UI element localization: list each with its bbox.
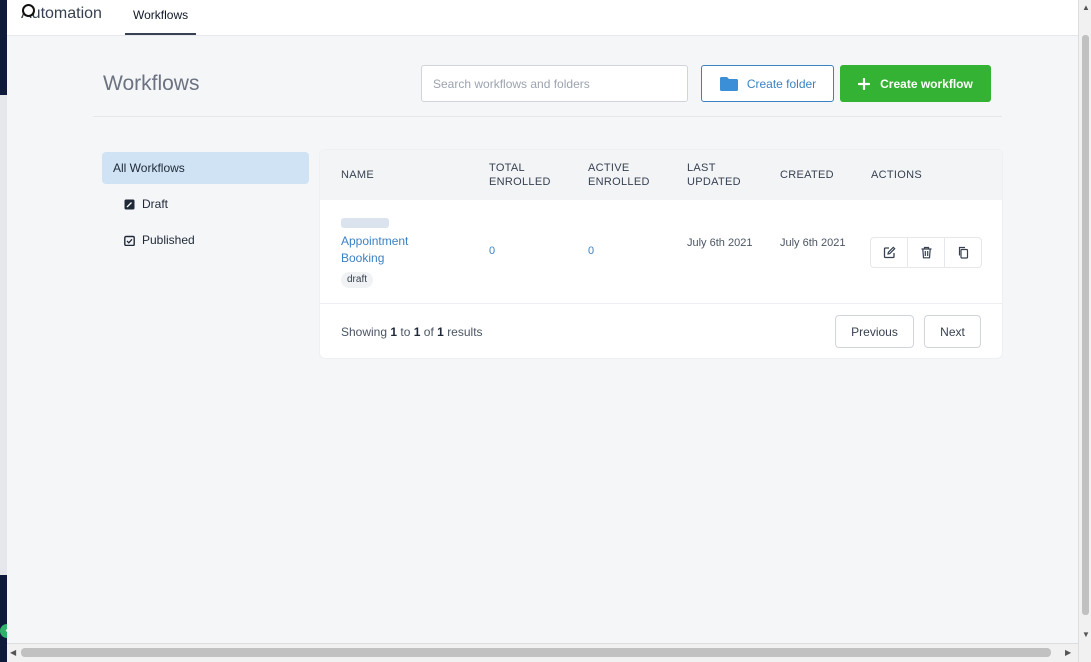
draft-icon [124,199,135,209]
active-enrolled-link[interactable]: 0 [588,245,594,257]
published-icon [124,235,135,246]
folder-icon [719,76,738,91]
trash-icon [921,246,931,259]
copy-icon [958,246,968,259]
edit-button[interactable] [871,238,908,267]
page-title: Workflows [103,72,200,95]
horizontal-scroll-thumb[interactable] [21,648,1051,657]
sidebar-item-draft[interactable]: Draft [124,195,168,213]
column-header-total-enrolled: TOTAL ENROLLED [489,162,551,188]
sidebar-item-all-workflows[interactable]: All Workflows [102,152,309,184]
row-actions [870,237,982,268]
created-value: July 6th 2021 [780,237,846,249]
next-button[interactable]: Next [924,315,981,348]
sidebar-item-label: Draft [142,197,169,211]
blurred-folder-label [341,218,389,228]
create-workflow-button[interactable]: Create workflow [840,65,991,102]
workflows-table-card: NAME TOTAL ENROLLED ACTIVE ENROLLED LAST… [319,149,1003,359]
mouse-cursor-icon [22,4,35,17]
workflow-name-link[interactable]: Appointment Booking [341,233,441,267]
scroll-right-icon[interactable]: ▶ [1065,648,1071,657]
previous-button[interactable]: Previous [835,315,914,348]
edit-icon [883,246,896,259]
create-folder-label: Create folder [746,76,817,91]
sidebar-item-published[interactable]: Published [124,231,195,249]
status-badge: draft [341,272,374,288]
scroll-down-icon[interactable]: ▼ [1082,630,1090,639]
horizontal-scrollbar[interactable]: ◀ ▶ [7,643,1078,662]
search-input[interactable] [421,65,688,102]
left-edge [0,0,7,662]
column-header-active-enrolled: ACTIVE ENROLLED [588,162,650,188]
plus-icon [858,77,871,90]
vertical-scrollbar[interactable]: ▲ ▼ [1078,0,1091,662]
app-window: Automation Workflows Workflows Create fo… [7,0,1078,643]
top-bar: Automation Workflows [7,0,1078,36]
copy-button[interactable] [945,238,981,267]
pagination-summary: Showing 1 to 1 of 1 results [341,325,483,339]
vertical-scroll-thumb[interactable] [1082,35,1089,615]
delete-button[interactable] [908,238,945,267]
column-header-actions: ACTIONS [871,169,922,181]
create-workflow-label: Create workflow [880,76,973,91]
column-header-name: NAME [341,169,374,181]
last-updated-value: July 6th 2021 [687,237,753,249]
scroll-up-icon[interactable]: ▲ [1082,3,1090,12]
create-folder-button[interactable]: Create folder [701,65,834,102]
table-header: NAME TOTAL ENROLLED ACTIVE ENROLLED LAST… [320,150,1002,200]
scroll-left-icon[interactable]: ◀ [10,648,16,657]
sidebar-item-label: Published [142,233,195,247]
table-row: Appointment Booking draft 0 0 July 6th 2… [320,200,1002,304]
tab-workflows[interactable]: Workflows [125,0,197,35]
total-enrolled-link[interactable]: 0 [489,245,495,257]
column-header-created: CREATED [780,169,834,181]
column-header-last-updated: LAST UPDATED [687,162,741,188]
header-divider [93,116,1002,117]
